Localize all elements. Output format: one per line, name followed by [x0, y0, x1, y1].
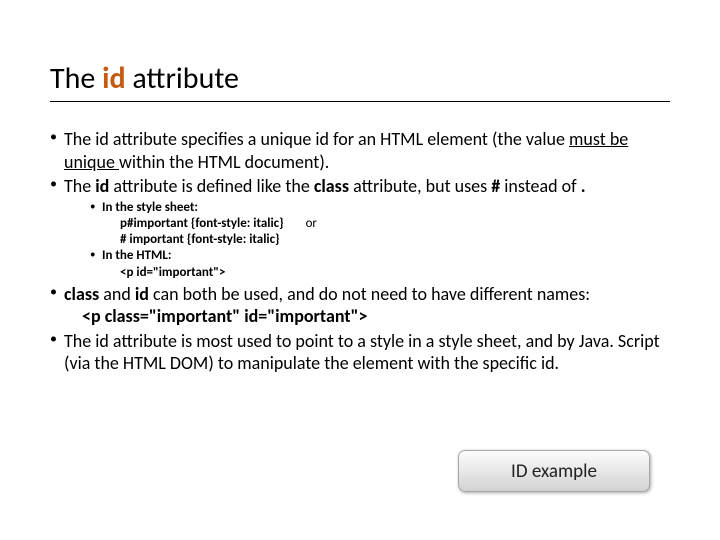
code-line-1: p#important {font-style: italic} — [102, 216, 284, 232]
bullet-list: The id attribute specifies a unique id f… — [50, 128, 670, 375]
bullet-4-text: The id attribute is most used to point t… — [64, 330, 660, 375]
sub-bullet-1: In the style sheet: p#important {font-st… — [90, 200, 670, 249]
title-suffix: attribute — [126, 60, 239, 97]
button-label: ID example — [511, 460, 597, 483]
bullet-2-c: attribute is defined like the — [113, 175, 313, 197]
title-prefix: The — [50, 60, 102, 97]
sub-bullet-2: In the HTML: <p id="important"> — [90, 248, 670, 281]
bullet-3-class: class — [64, 283, 103, 305]
sub-list: In the style sheet: p#important {font-st… — [90, 200, 670, 281]
code-line-3: <p id="important"> — [102, 265, 670, 281]
bullet-3-id: id — [135, 283, 153, 305]
code-line-2: # important {font-style: italic} — [102, 232, 670, 248]
bullet-2-g: instead of — [504, 175, 580, 197]
bullet-3: class and id can both be used, and do no… — [50, 283, 670, 328]
bullet-2-dot: . — [581, 175, 586, 197]
bullet-1: The id attribute specifies a unique id f… — [50, 128, 670, 173]
title-id-word: id — [102, 60, 125, 97]
or-text: or — [306, 216, 317, 232]
bullet-2: The id attribute is defined like the cla… — [50, 175, 670, 281]
bullet-1-text-c: within the HTML document). — [119, 151, 329, 173]
bullet-2-hash: # — [491, 175, 504, 197]
bullet-2-e: attribute, but uses — [353, 175, 491, 197]
sub1-label: In the style sheet: — [102, 200, 198, 215]
sub2-label: In the HTML: — [102, 248, 171, 263]
bullet-1-text-a: The id attribute specifies a unique id f… — [64, 128, 569, 150]
bullet-4: The id attribute is most used to point t… — [50, 330, 670, 375]
bullet-2-class: class — [314, 175, 353, 197]
bullet-3-rest: can both be used, and do not need to hav… — [153, 283, 590, 305]
id-example-button[interactable]: ID example — [458, 450, 650, 492]
bullet-3-and: and — [103, 283, 135, 305]
bullet-2-a: The — [64, 175, 95, 197]
slide: The id attribute The id attribute specif… — [0, 0, 720, 540]
slide-title: The id attribute — [50, 60, 670, 102]
code-line-4: <p class="important" id="important"> — [64, 305, 670, 328]
bullet-2-id: id — [95, 175, 113, 197]
